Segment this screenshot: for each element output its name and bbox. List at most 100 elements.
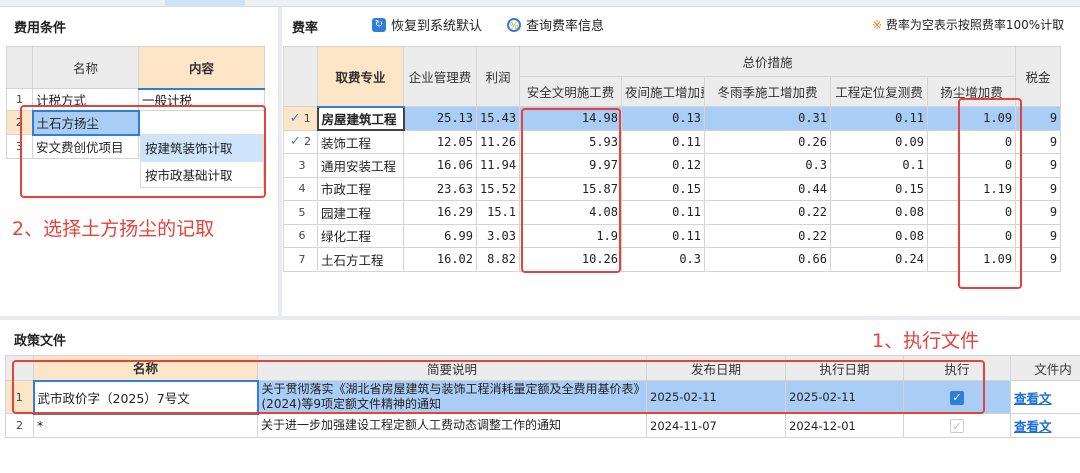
annotation-text-1: 1、执行文件 (872, 330, 980, 352)
rate-cell[interactable]: 9 (1015, 106, 1062, 131)
rate-cell[interactable]: 9 (1015, 223, 1062, 248)
annotation-text-2: 2、选择土方扬尘的记取 (12, 218, 215, 240)
check-icon: ✓ (290, 134, 301, 150)
row-number-text: 7 (298, 252, 306, 266)
rate-cell[interactable]: 23.63 (403, 176, 477, 201)
corner (6, 46, 33, 89)
major-name[interactable]: 通用安装工程 (317, 153, 404, 178)
rate-cell[interactable]: 0.12 (621, 153, 705, 178)
row-number-text: 5 (298, 205, 306, 219)
col-group-measures: 总价措施 (518, 46, 1017, 77)
filler (1060, 177, 1079, 201)
rate-cell[interactable]: 0.26 (704, 129, 831, 154)
col-profit: 利润 (476, 46, 520, 107)
rate-cell[interactable]: 0.31 (704, 106, 831, 131)
execute-checkbox[interactable]: ✓ (950, 419, 964, 433)
annotation-box (958, 98, 1022, 289)
major-name[interactable]: 装饰工程 (317, 129, 404, 154)
rate-cell[interactable]: 8.82 (476, 247, 520, 272)
rate-cell[interactable]: 6.99 (403, 223, 477, 248)
rate-cell[interactable]: 0.13 (621, 106, 705, 131)
row-number: 3 (283, 153, 318, 178)
rate-cell[interactable]: 0.22 (704, 200, 831, 225)
horizontal-splitter[interactable] (0, 316, 1080, 320)
col-mgmt: 企业管理费 (403, 46, 477, 107)
rate-cell[interactable]: 16.02 (403, 247, 477, 272)
rate-cell[interactable]: 0.11 (830, 106, 928, 131)
major-name[interactable]: 市政工程 (317, 176, 404, 201)
row-number: 4 (283, 176, 318, 201)
col-tax: 税金 (1015, 46, 1062, 107)
rate-cell[interactable]: 9 (1015, 153, 1062, 178)
view-file-link[interactable]: 查看文 (1014, 391, 1052, 406)
rate-cell[interactable]: 12.05 (403, 129, 477, 154)
rate-cell[interactable]: 0.66 (704, 247, 831, 272)
rate-cell[interactable]: 0.09 (830, 129, 928, 154)
rate-cell[interactable]: 0.1 (830, 153, 928, 178)
active-top-tab[interactable] (165, 0, 245, 7)
note-text: 费率为空表示按照费率100%计取 (885, 18, 1065, 32)
col-sub-1: 夜间施工增加费 (621, 76, 705, 107)
rate-cell[interactable]: 0.15 (830, 176, 928, 201)
col-major: 取费专业 (317, 46, 404, 108)
rate-cell[interactable]: 15.52 (476, 176, 520, 201)
rate-cell[interactable]: 25.13 (403, 106, 477, 131)
col-sub-3: 工程定位复测费 (830, 76, 928, 107)
rate-cell[interactable]: 16.29 (403, 200, 477, 225)
policy-title: 政策文件 (14, 334, 67, 349)
row-number: ✓ 2 (283, 129, 318, 154)
rate-cell[interactable]: 0.11 (621, 200, 705, 225)
rate-cell[interactable]: 0.15 (621, 176, 705, 201)
rate-cell[interactable]: 0.11 (621, 223, 705, 248)
major-name[interactable]: 园建工程 (317, 200, 404, 225)
rate-cell[interactable]: 0.3 (704, 153, 831, 178)
filler (1060, 200, 1079, 224)
rate-cell[interactable]: 16.06 (403, 153, 477, 178)
rates-title: 费率 (292, 21, 319, 36)
row-number: 7 (283, 247, 318, 272)
rate-cell[interactable]: 0.22 (704, 223, 831, 248)
row-number-text: 2 (303, 135, 311, 149)
col-sub-2: 冬雨季施工增加费 (704, 76, 831, 107)
major-name[interactable]: 绿化工程 (317, 223, 404, 248)
rate-cell[interactable]: 9 (1015, 176, 1062, 201)
table-row[interactable]: 2 * 关于进一步加强建设工程定额人工费动态调整工作的通知 2024-11-07 202… (5, 413, 1080, 438)
rate-cell[interactable]: 11.26 (476, 129, 520, 154)
restore-label: 恢复到系统默认 (391, 19, 483, 34)
rate-cell[interactable]: 0.44 (704, 176, 831, 201)
row-number: ✓ 1 (283, 106, 318, 131)
publish-date: 2024-11-07 (646, 413, 786, 438)
rate-cell[interactable]: 0.3 (621, 247, 705, 272)
col-file: 文件内 (1010, 355, 1080, 381)
rate-cell[interactable]: 9 (1015, 200, 1062, 225)
check-icon: ✓ (289, 110, 301, 126)
policy-description[interactable]: 关于进一步加强建设工程定额人工费动态调整工作的通知 (257, 413, 647, 438)
query-rates-button[interactable]: % 查询费率信息 (507, 15, 604, 34)
rate-cell[interactable]: 0.08 (830, 223, 928, 248)
execute-cell[interactable]: ✓ (903, 413, 1011, 438)
vertical-splitter[interactable] (278, 7, 282, 318)
view-file-cell[interactable]: 查看文 (1010, 380, 1080, 414)
major-name[interactable]: 土石方工程 (317, 247, 404, 272)
row-number: 2 (5, 413, 34, 438)
rate-cell[interactable]: 15.1 (476, 200, 520, 225)
view-file-cell[interactable]: 查看文 (1010, 413, 1080, 438)
rate-cell[interactable]: 0.24 (830, 247, 928, 272)
rate-cell[interactable]: 0.11 (621, 129, 705, 154)
row-number-text: 3 (298, 158, 306, 172)
annotation-box (521, 108, 621, 273)
rate-cell[interactable]: 9 (1015, 247, 1062, 272)
policy-name[interactable]: * (33, 413, 258, 438)
row-number-text: 6 (298, 229, 306, 243)
row-number-text: 4 (298, 182, 306, 196)
rate-cell[interactable]: 3.03 (476, 223, 520, 248)
restore-default-button[interactable]: ↻ 恢复到系统默认 (372, 15, 482, 34)
rate-cell[interactable]: 15.43 (476, 106, 520, 131)
rate-cell[interactable]: 11.94 (476, 153, 520, 178)
major-name[interactable]: 房屋建筑工程 (316, 105, 405, 131)
view-file-link[interactable]: 查看文 (1014, 419, 1052, 434)
filler (1060, 46, 1079, 107)
rate-cell[interactable]: 0.08 (830, 200, 928, 225)
rate-cell[interactable]: 9 (1015, 129, 1062, 154)
row-number: 6 (283, 223, 318, 248)
